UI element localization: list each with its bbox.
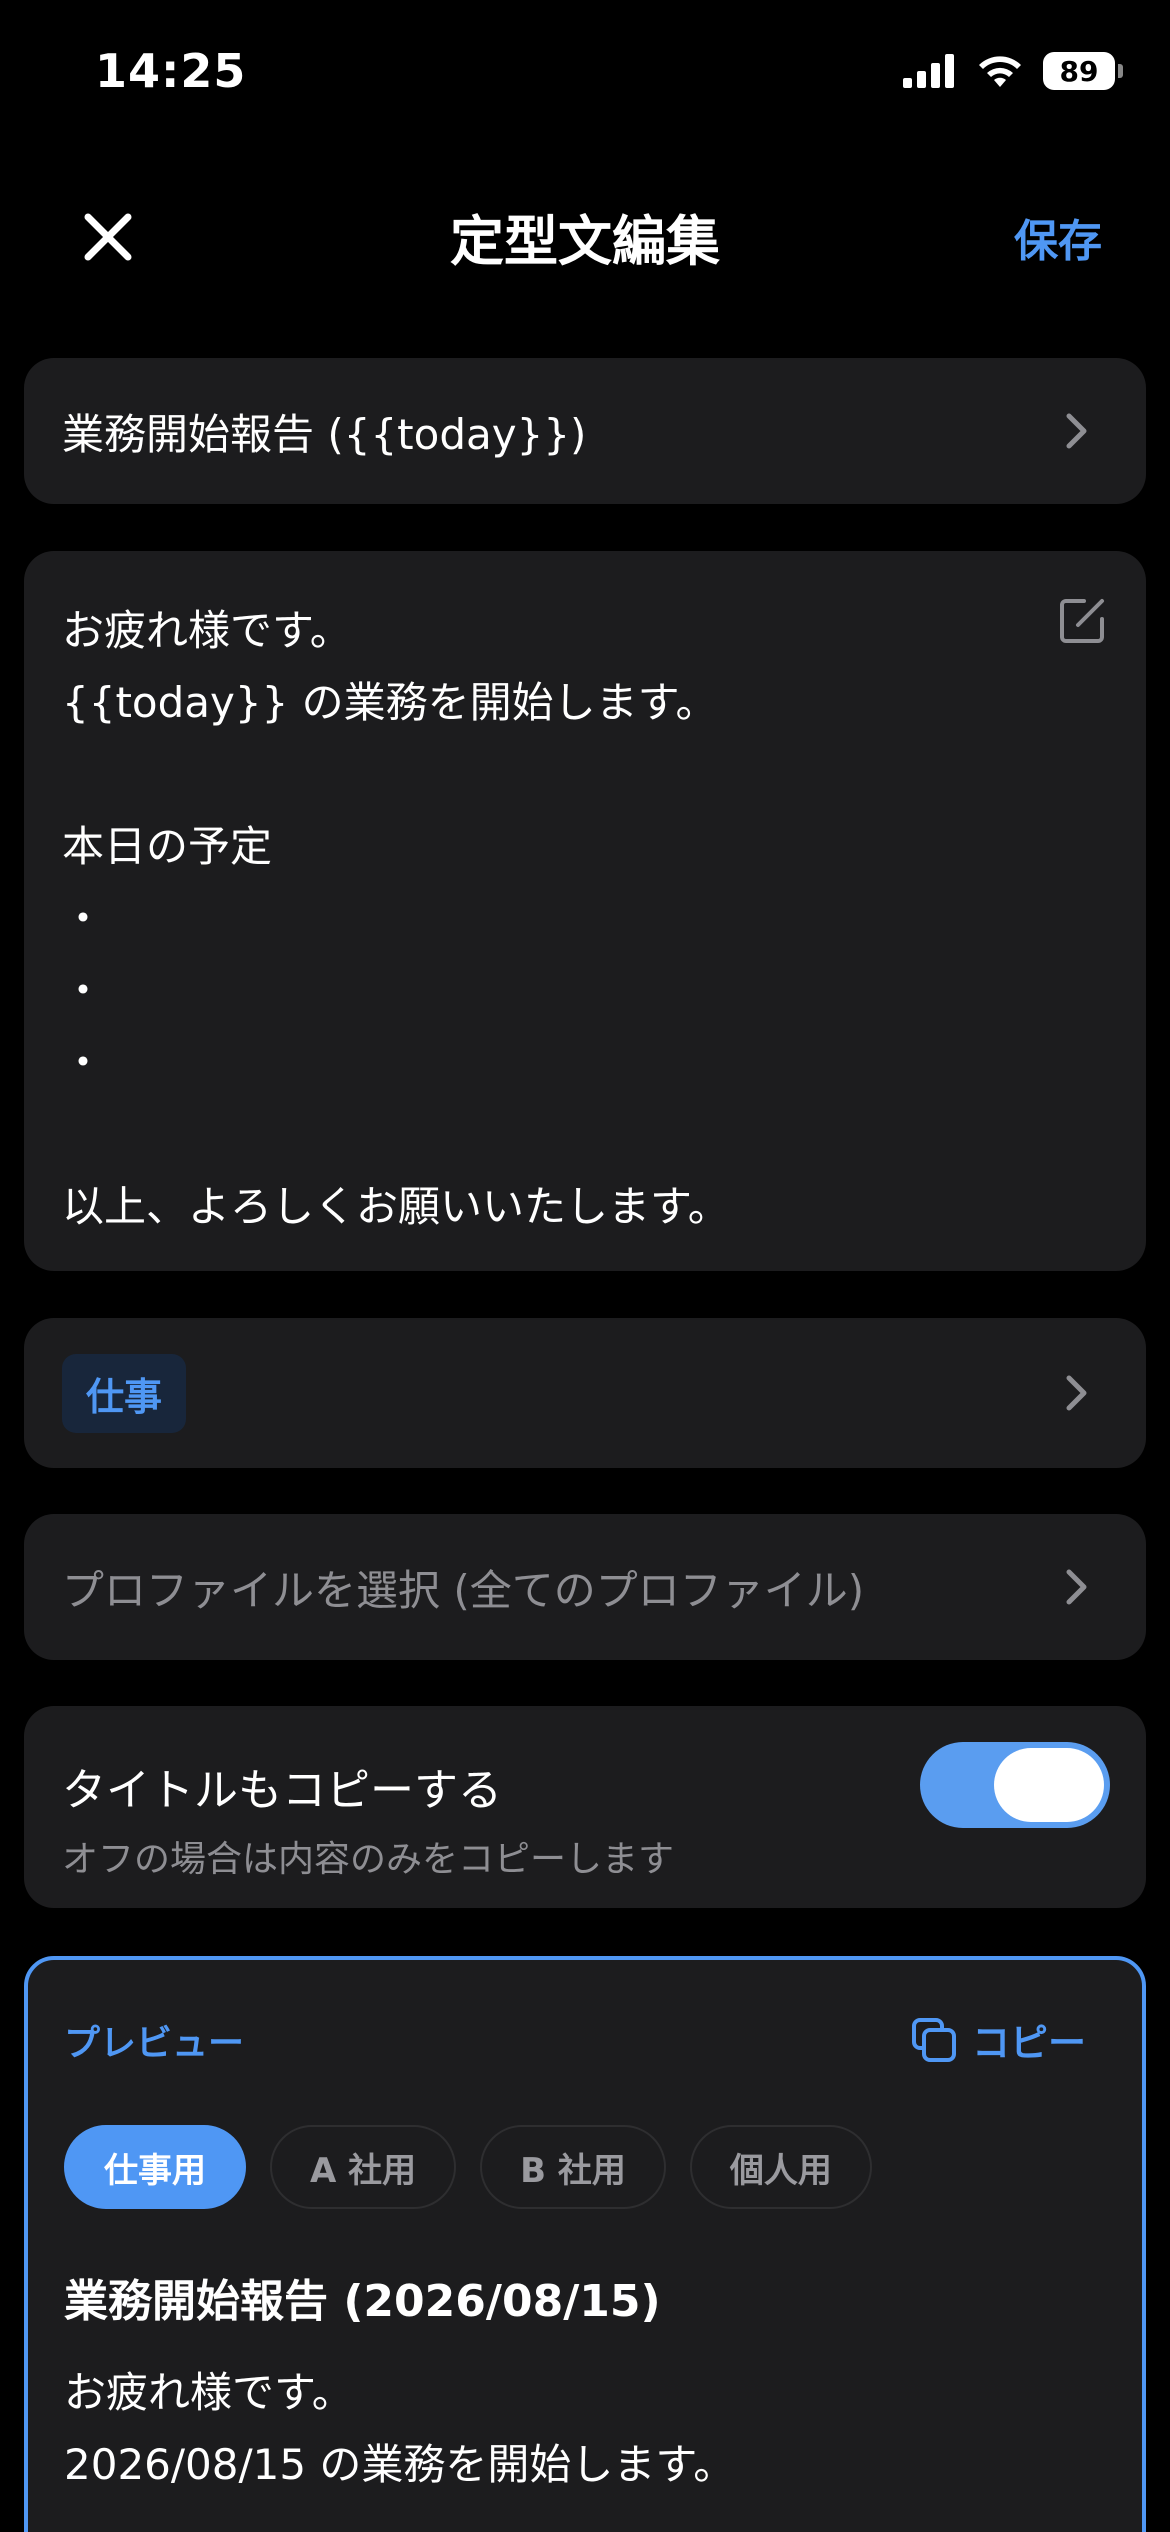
copy-title-description: オフの場合は内容のみをコピーします <box>62 1839 675 1880</box>
copy-icon <box>911 2017 956 2062</box>
copy-label: コピー <box>971 2021 1086 2065</box>
profile-chips: 仕事用 A 社用 B 社用 個人用 <box>64 2125 1106 2209</box>
status-bar: 14:25 89 <box>0 0 1170 150</box>
copy-title-toggle[interactable] <box>920 1742 1110 1828</box>
chip-company-b[interactable]: B 社用 <box>480 2125 666 2209</box>
chip-work[interactable]: 仕事用 <box>64 2125 246 2209</box>
page-title: 定型文編集 <box>450 210 720 273</box>
preview-panel: プレビュー コピー 仕事用 A 社用 B 社用 個人用 業務開始報告 (2026… <box>24 1956 1146 2532</box>
template-body-text: お疲れ様です。 {{today}} の業務を開始します。 本日の予定 ・ ・ ・… <box>62 606 730 1231</box>
preview-title: 業務開始報告 (2026/08/15) <box>64 2276 661 2327</box>
copy-button[interactable]: コピー <box>910 2012 1086 2067</box>
status-time: 14:25 <box>95 44 247 98</box>
category-tag: 仕事 <box>62 1353 187 1433</box>
chevron-right-icon <box>1066 1569 1087 1605</box>
preview-label: プレビュー <box>64 2022 245 2064</box>
profile-select-row[interactable]: プロファイルを選択 (全てのプロファイル) <box>24 1514 1146 1660</box>
save-button[interactable]: 保存 <box>1014 205 1102 269</box>
profile-placeholder: プロファイルを選択 (全てのプロファイル) <box>62 1565 865 1615</box>
wifi-icon <box>979 56 1021 87</box>
category-row[interactable]: 仕事 <box>24 1318 1146 1468</box>
chevron-right-icon <box>1066 1375 1087 1411</box>
nav-bar: 定型文編集 保存 <box>0 175 1170 295</box>
template-title-row[interactable]: 業務開始報告 ({{today}}) <box>24 358 1146 504</box>
cellular-signal-icon <box>903 54 954 88</box>
copy-title-setting: タイトルもコピーする オフの場合は内容のみをコピーします <box>24 1706 1146 1908</box>
edit-icon[interactable] <box>1056 595 1108 647</box>
template-body-editor[interactable]: お疲れ様です。 {{today}} の業務を開始します。 本日の予定 ・ ・ ・… <box>24 551 1146 1271</box>
template-title: 業務開始報告 ({{today}}) <box>62 409 587 459</box>
status-icons: 89 <box>903 52 1123 90</box>
chip-company-a[interactable]: A 社用 <box>270 2125 457 2209</box>
chip-personal[interactable]: 個人用 <box>689 2125 872 2209</box>
preview-body: お疲れ様です。 2026/08/15 の業務を開始します。 <box>64 2368 736 2489</box>
toggle-knob <box>994 1748 1104 1822</box>
battery-icon: 89 <box>1043 52 1123 90</box>
chevron-right-icon <box>1066 413 1087 449</box>
